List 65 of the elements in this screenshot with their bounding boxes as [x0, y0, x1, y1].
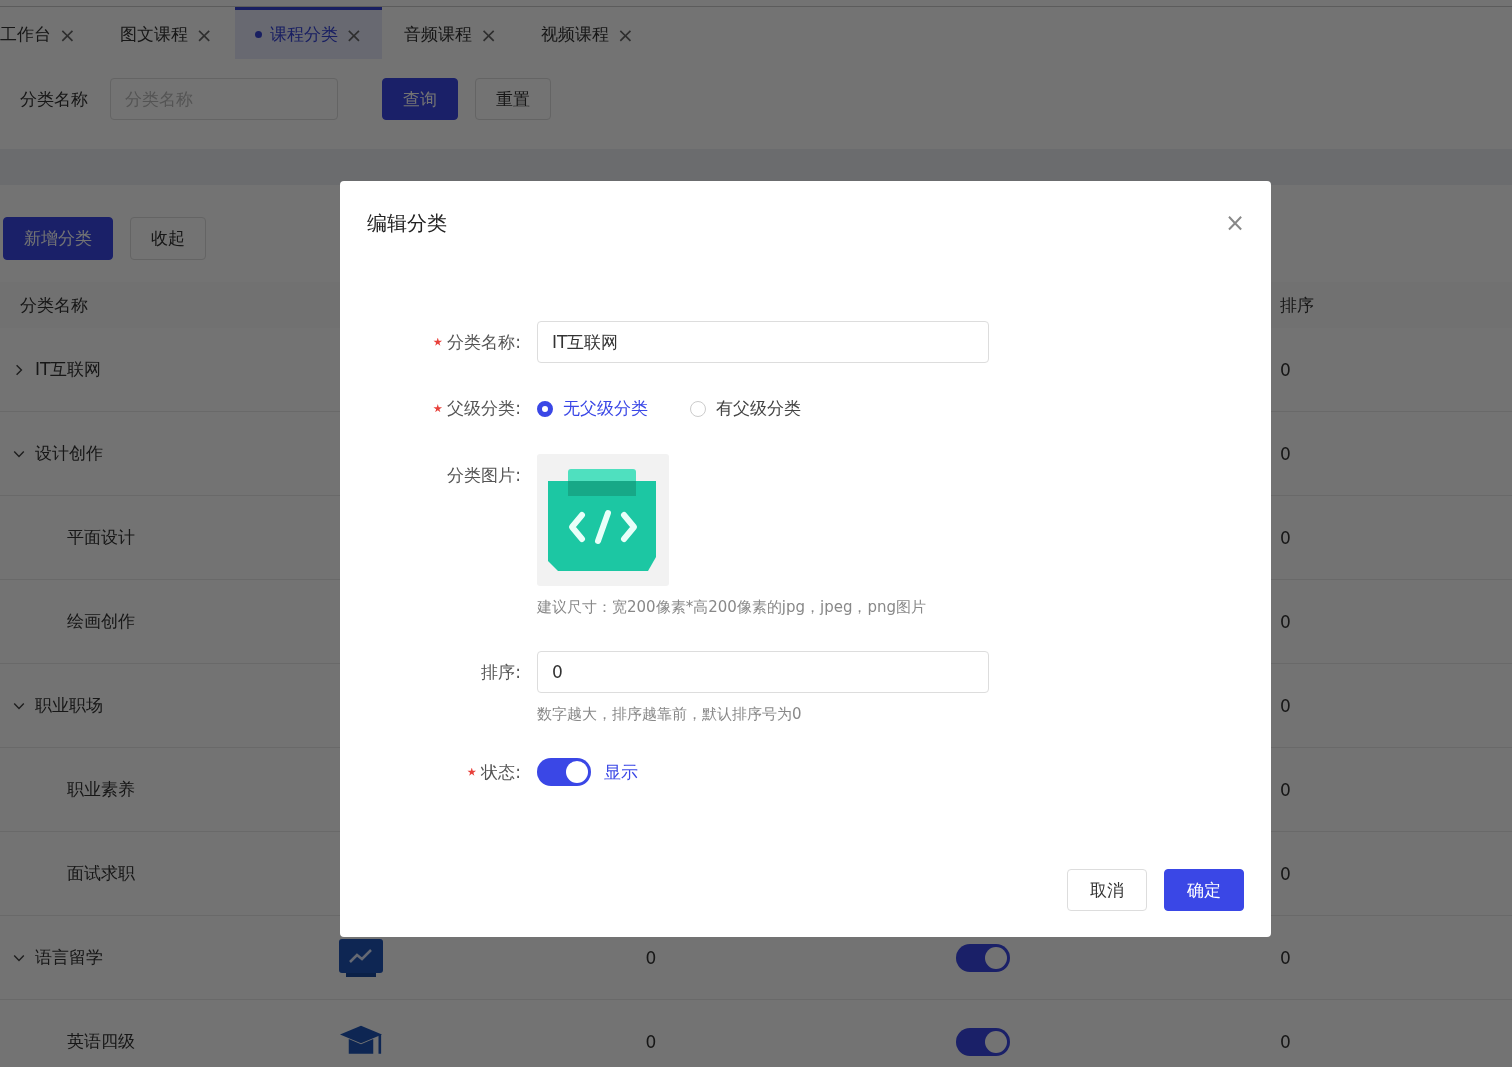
sort-value: 0 [1280, 443, 1291, 464]
count-text: 0 [645, 1031, 657, 1052]
close-icon[interactable]: × [617, 22, 634, 47]
field-label: 父级分类: [447, 397, 521, 420]
tab-label[interactable]: 工作台 [0, 23, 51, 46]
cancel-button[interactable]: 取消 [1067, 869, 1147, 911]
tab[interactable]: 课程分类 × [234, 7, 383, 59]
sort-value: 0 [1280, 527, 1291, 548]
close-icon[interactable]: × [195, 22, 213, 47]
close-icon[interactable]: × [1224, 209, 1245, 237]
status-text: 显示 [604, 760, 638, 784]
category-name: 面试求职 [67, 862, 135, 885]
tab[interactable]: 工作台 × [0, 7, 98, 59]
dialog-title: 编辑分类 [367, 209, 447, 237]
sort-value: 0 [1280, 611, 1291, 632]
sort-value: 0 [1280, 779, 1291, 800]
name-input-field[interactable]: IT互联网 [537, 321, 989, 363]
tab-label[interactable]: 图文课程 [119, 23, 188, 46]
category-name: 英语四级 [67, 1030, 135, 1053]
code-folder-icon [548, 469, 658, 571]
category-name: 绘画创作 [67, 610, 135, 633]
status-switch[interactable] [956, 1027, 1010, 1056]
active-dot-icon [254, 31, 262, 38]
category-name: IT互联网 [35, 358, 102, 381]
column-header: 分类名称 [19, 293, 89, 317]
close-icon[interactable]: × [59, 22, 76, 47]
sort-input-field[interactable]: 0 [537, 651, 989, 693]
count-text: 0 [645, 947, 657, 968]
status-switch[interactable] [956, 943, 1010, 972]
confirm-button[interactable]: 确定 [1164, 869, 1244, 911]
query-button[interactable]: 查询 [382, 78, 458, 120]
category-name: 职业素养 [67, 778, 135, 801]
close-icon[interactable]: × [345, 22, 363, 47]
category-name: 平面设计 [67, 526, 135, 549]
sort-hint: 数字越大，排序越靠前，默认排序号为0 [537, 705, 803, 724]
search-label: 分类名称 [20, 87, 89, 111]
category-name: 职业职场 [35, 694, 103, 717]
field-label: 排序: [481, 661, 521, 684]
image-preview[interactable] [537, 454, 669, 586]
field-label: 状态: [481, 760, 521, 784]
add-category-button[interactable]: 新增分类 [3, 217, 113, 260]
tab-label[interactable]: 视频课程 [541, 23, 610, 46]
category-name: 语言留学 [35, 946, 103, 969]
tab-label[interactable]: 课程分类 [269, 23, 338, 46]
status-switch[interactable] [537, 758, 591, 786]
sort-value: 0 [1280, 947, 1291, 968]
collapse-button[interactable]: 收起 [130, 217, 206, 260]
image-hint: 建议尺寸：宽200像素*高200像素的jpg，jpeg，png图片 [537, 598, 926, 617]
category-name: 设计创作 [35, 442, 103, 465]
tab[interactable]: 图文课程 × [97, 7, 235, 59]
close-icon[interactable]: × [480, 22, 498, 47]
trend-chart-icon [338, 937, 384, 978]
radio-option[interactable]: 有父级分类 [690, 397, 801, 420]
field-label: 分类名称: [447, 330, 521, 354]
sort-value: 0 [1280, 359, 1291, 380]
sort-value: 0 [1280, 695, 1291, 716]
tab-label[interactable]: 音频课程 [404, 23, 473, 46]
reset-button[interactable]: 重置 [475, 78, 551, 120]
tab[interactable]: 音频课程 × [382, 7, 520, 59]
field-label: 分类图片: [447, 464, 521, 487]
sort-value: 0 [1280, 1031, 1291, 1052]
radio-option[interactable]: 无父级分类 [537, 397, 648, 420]
column-header: 排序 [1279, 293, 1315, 317]
tab[interactable]: 视频课程 × [519, 7, 656, 59]
sort-value: 0 [1280, 863, 1291, 884]
